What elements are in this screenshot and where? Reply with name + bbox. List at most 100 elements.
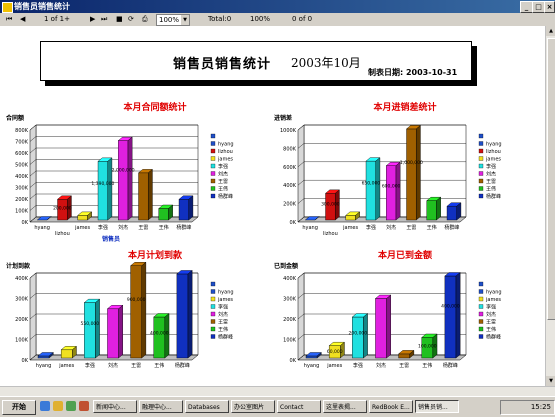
data-label: 1,000,000 bbox=[400, 160, 423, 166]
scroll-down-icon[interactable]: ▼ bbox=[546, 376, 555, 386]
x-tick-label: 刘杰 bbox=[386, 224, 396, 231]
bar bbox=[426, 200, 437, 221]
legend-label: 王伟 bbox=[486, 326, 496, 333]
x-tick-label: 杨群峰 bbox=[443, 362, 458, 369]
floor bbox=[297, 216, 467, 223]
system-tray: 15:25 bbox=[500, 400, 555, 415]
horizontal-scrollbar[interactable] bbox=[0, 386, 555, 396]
scroll-thumb[interactable] bbox=[547, 38, 555, 320]
outlook-icon[interactable] bbox=[66, 401, 76, 411]
bar bbox=[176, 273, 189, 359]
x-tick-label: 杨群峰 bbox=[175, 362, 190, 369]
print-button[interactable]: ⎙ bbox=[142, 13, 148, 26]
y-tick-label: 100K bbox=[15, 338, 29, 344]
vertical-scrollbar[interactable]: ▲ ▼ bbox=[545, 26, 555, 386]
chart-received: 已到金额 0K 100K 200K 300K 400K hyang 60,000 james 20… bbox=[274, 262, 502, 369]
taskbar-button[interactable]: RedBook E... bbox=[369, 400, 413, 413]
x-tick-label: hyang bbox=[36, 363, 52, 369]
taskbar-button[interactable]: 新闻中心... bbox=[93, 400, 137, 413]
taskbar-button[interactable]: 这里表揭... bbox=[323, 400, 367, 413]
legend-label: 杨群峰 bbox=[218, 334, 233, 341]
bar bbox=[158, 208, 169, 221]
y-axis-label: 计划到款 bbox=[6, 262, 31, 270]
bar bbox=[386, 165, 397, 221]
legend-label: 王伟 bbox=[218, 186, 228, 193]
legend-swatch bbox=[478, 156, 484, 161]
y-tick-label: 300K bbox=[283, 297, 297, 303]
legend-label: 王雷 bbox=[218, 179, 228, 185]
legend-swatch bbox=[210, 148, 216, 154]
start-button[interactable]: 开始 bbox=[2, 400, 36, 415]
last-page-button[interactable]: ⏭ bbox=[101, 13, 107, 26]
chart-planned: 计划到款0K100K200K300K400Khyang james550,000李… bbox=[6, 261, 234, 369]
taskbar-button-active[interactable]: 销售员销... bbox=[415, 400, 459, 413]
y-tick-label: 300K bbox=[15, 297, 29, 303]
x-tick-label: james bbox=[58, 363, 74, 369]
refresh-button[interactable]: ⟳ bbox=[128, 13, 134, 26]
x-tick-label: james bbox=[342, 225, 358, 231]
first-page-button[interactable]: ⏮ bbox=[6, 13, 12, 26]
legend-swatch bbox=[210, 334, 216, 339]
y-tick-label: 100K bbox=[15, 209, 29, 215]
y-tick-label: 800K bbox=[15, 128, 29, 134]
bar-side bbox=[188, 195, 194, 221]
legend-swatch bbox=[210, 281, 216, 287]
y-tick-label: 600K bbox=[283, 165, 297, 171]
legend-label: 李强 bbox=[218, 163, 228, 170]
bar bbox=[446, 205, 457, 221]
scroll-up-icon[interactable]: ▲ bbox=[546, 26, 555, 36]
y-tick-label: 0K bbox=[22, 220, 29, 226]
legend-swatch bbox=[478, 178, 484, 184]
page-input[interactable]: 1 of 1+ bbox=[44, 13, 70, 26]
data-label: 600,000 bbox=[382, 184, 401, 190]
report-title: 销售员销售统计 bbox=[173, 57, 272, 72]
legend-swatch bbox=[210, 163, 216, 169]
x-tick-label: 李强 bbox=[366, 224, 376, 231]
zoom-select[interactable]: 100% ▼ bbox=[156, 14, 190, 26]
legend-swatch bbox=[478, 193, 484, 199]
ie-icon[interactable] bbox=[40, 401, 50, 411]
y-tick-label: 600K bbox=[15, 151, 29, 157]
bar bbox=[178, 199, 189, 221]
legend-swatch bbox=[478, 296, 484, 302]
taskbar-button[interactable]: 办公室图片 bbox=[231, 400, 275, 413]
legend-swatch bbox=[478, 304, 484, 309]
legend-swatch bbox=[210, 289, 216, 294]
x-tick-label: hyang bbox=[302, 225, 318, 231]
legend-swatch bbox=[210, 156, 216, 161]
data-label: 200,000 bbox=[349, 330, 368, 336]
bar-side bbox=[127, 136, 133, 221]
x-tick-label: lizhou bbox=[55, 231, 70, 237]
x-tick-label: 刘杰 bbox=[376, 362, 386, 369]
legend-swatch bbox=[478, 186, 484, 191]
legend-label: james bbox=[217, 157, 233, 163]
taskbar-button[interactable]: Contact bbox=[277, 400, 321, 413]
floor bbox=[29, 216, 199, 223]
stop-button[interactable]: ■ bbox=[116, 13, 123, 26]
legend-label: 王雷 bbox=[218, 320, 228, 326]
taskbar-button[interactable]: Databases bbox=[185, 400, 229, 413]
bar bbox=[406, 128, 417, 221]
legend-swatch bbox=[478, 319, 484, 324]
desktop-icon[interactable] bbox=[53, 401, 63, 411]
clock: 15:25 bbox=[530, 403, 551, 411]
legend-label: 刘杰 bbox=[486, 311, 496, 318]
chart-contract: 合同额 0K 100K 200K 300K 400K 500K 600K 700K 800K hya… bbox=[6, 114, 234, 243]
legend-swatch bbox=[478, 171, 484, 176]
media-icon[interactable] bbox=[79, 401, 89, 411]
close-button[interactable]: × bbox=[544, 1, 555, 13]
prev-page-button[interactable]: ◀ bbox=[20, 13, 25, 26]
bar bbox=[60, 349, 73, 359]
data-label: 60,000 bbox=[327, 349, 343, 355]
legend-swatch bbox=[210, 319, 216, 324]
bar bbox=[37, 355, 50, 359]
bar-side bbox=[95, 298, 100, 359]
y-tick-label: 500K bbox=[15, 163, 29, 169]
y-tick-label: 200K bbox=[283, 202, 297, 208]
next-page-button[interactable]: ▶ bbox=[90, 13, 95, 26]
taskbar-button[interactable]: 融理中心... bbox=[139, 400, 183, 413]
bar bbox=[77, 215, 88, 221]
bar bbox=[305, 355, 318, 359]
x-tick-label: 王雷 bbox=[131, 363, 141, 369]
bar bbox=[130, 265, 142, 359]
